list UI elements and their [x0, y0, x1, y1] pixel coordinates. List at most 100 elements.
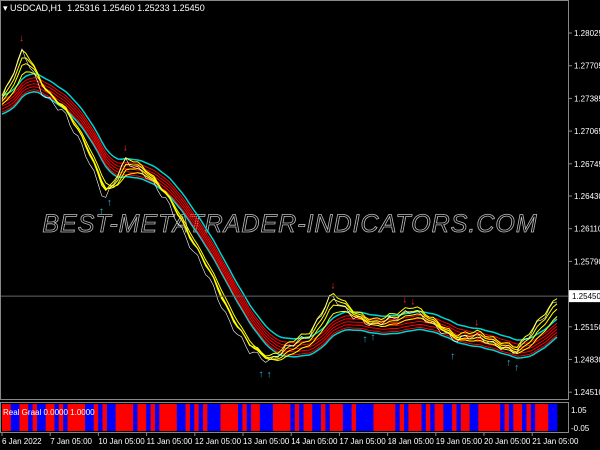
chart-window[interactable]: BEST-METATRADER-INDICATORS.COM ↓↑↑↓↑ ↑↓↑ ↑… — [0, 0, 600, 450]
time-label: 19 Jan 05:00 — [436, 437, 483, 446]
symbol: USDCAD,H1 — [10, 3, 63, 13]
indicator-bar — [168, 404, 173, 431]
buy-arrow-icon: ↑ — [506, 357, 511, 368]
price-label: 1.26745 — [574, 160, 600, 169]
indicator-bar — [404, 404, 409, 431]
indicator-bar — [517, 404, 523, 431]
indicator-bar — [342, 404, 348, 431]
indicator-bar — [469, 404, 475, 431]
indicator-bar — [338, 404, 344, 431]
price-label: 1.27385 — [574, 94, 600, 103]
indicator-bar — [198, 404, 204, 431]
indicator-bar — [251, 404, 256, 431]
indicator-bar — [119, 404, 125, 431]
indicator-bar — [382, 404, 387, 431]
indicator-bar — [430, 404, 436, 431]
indicator-bar — [216, 404, 221, 431]
indicator-bar — [334, 404, 339, 431]
indicator-bar — [98, 404, 103, 431]
time-label: 7 Jan 05:00 — [50, 437, 92, 446]
indicator-bar — [115, 404, 121, 431]
indicator-bar — [106, 404, 112, 431]
indicator-bar — [312, 404, 318, 431]
indicator-bar — [447, 404, 453, 431]
indicator-bar — [128, 404, 134, 431]
indicator-bar — [133, 404, 138, 431]
price-label: 1.26110 — [574, 225, 600, 234]
indicator-bar — [233, 404, 239, 431]
indicator-bar — [460, 404, 466, 431]
indicator-bar — [395, 404, 401, 431]
indicator-bar — [491, 404, 497, 431]
indicator-bar — [522, 404, 527, 431]
price-label: 1.27065 — [574, 127, 600, 136]
indicator-bar — [294, 404, 300, 431]
indicator-bar — [207, 404, 213, 431]
indicator-bar — [224, 404, 230, 431]
indicator-bar — [203, 404, 208, 431]
indicator-bar — [281, 404, 287, 431]
indicator-bar — [548, 404, 554, 431]
indicator-bar — [316, 404, 322, 431]
indicator-bar — [237, 404, 243, 431]
indicator-bar — [399, 404, 405, 431]
buy-arrow-icon: ↑ — [99, 206, 104, 217]
indicator-bar — [495, 404, 501, 431]
indicator-bar — [264, 404, 269, 431]
time-label: 14 Jan 05:00 — [291, 437, 338, 446]
indicator-bar — [325, 404, 331, 431]
sell-arrow-icon: ↓ — [19, 33, 24, 44]
indicator-bar — [229, 404, 235, 431]
indicator-bar — [386, 404, 392, 431]
indicator-bar — [377, 404, 383, 431]
time-label: 6 Jan 2022 — [2, 437, 42, 446]
indicator-bar — [478, 404, 484, 431]
indicator-bar — [124, 404, 130, 431]
buy-arrow-icon: ↑ — [259, 369, 264, 380]
indicator-bar — [535, 404, 540, 431]
indicator-bar — [211, 404, 217, 431]
indicator-bar — [360, 404, 366, 431]
indicator-bar — [185, 404, 191, 431]
watermark: BEST-METATRADER-INDICATORS.COM — [42, 210, 537, 238]
chart-title: ▾ USDCAD,H1 1.25316 1.25460 1.25233 1.25… — [3, 3, 205, 13]
buy-arrow-icon: ↑ — [267, 370, 272, 381]
indicator-bar — [526, 404, 532, 431]
indicator-bar — [412, 404, 418, 431]
time-label: 18 Jan 05:00 — [388, 437, 435, 446]
indicator-bar — [176, 404, 182, 431]
indicator-bar — [255, 404, 261, 431]
indicator-bar — [163, 404, 169, 431]
indicator-bar — [277, 404, 283, 431]
indicator-bar — [307, 404, 313, 431]
indicator-bar — [159, 404, 165, 431]
indicator-bar — [530, 404, 536, 431]
indicator-bar — [329, 404, 335, 431]
indicator-bar — [539, 404, 545, 431]
indicator-bar — [242, 404, 248, 431]
indicator-bar — [259, 404, 265, 431]
price-label: 1.28025 — [574, 29, 600, 38]
indicator-bar — [487, 404, 492, 431]
indicator-bar — [111, 404, 117, 431]
indicator-bar — [137, 404, 143, 431]
time-label: 11 Jan 05:00 — [147, 437, 193, 446]
indicator-bar — [268, 404, 274, 431]
indicator-level: -0.05 — [571, 424, 590, 433]
time-label: 10 Jan 05:00 — [98, 437, 145, 446]
indicator-bar — [141, 404, 147, 431]
time-label: 17 Jan 05:00 — [339, 437, 386, 446]
time-label: 20 Jan 05:00 — [484, 437, 531, 446]
indicator-bar — [439, 404, 444, 431]
price-label: 1.25790 — [574, 257, 600, 266]
price-label: 1.26430 — [574, 192, 600, 201]
indicator-bar — [272, 404, 278, 431]
indicator-bar — [347, 404, 353, 431]
indicator-bar — [504, 404, 510, 431]
indicator-bar — [500, 404, 505, 431]
indicator-bar — [154, 404, 160, 431]
indicator-bar — [290, 404, 296, 431]
indicator-bar — [452, 404, 457, 431]
indicator-label: Real Graal 0.0000 1.0000 — [3, 408, 95, 417]
indicator-bar — [513, 404, 519, 431]
